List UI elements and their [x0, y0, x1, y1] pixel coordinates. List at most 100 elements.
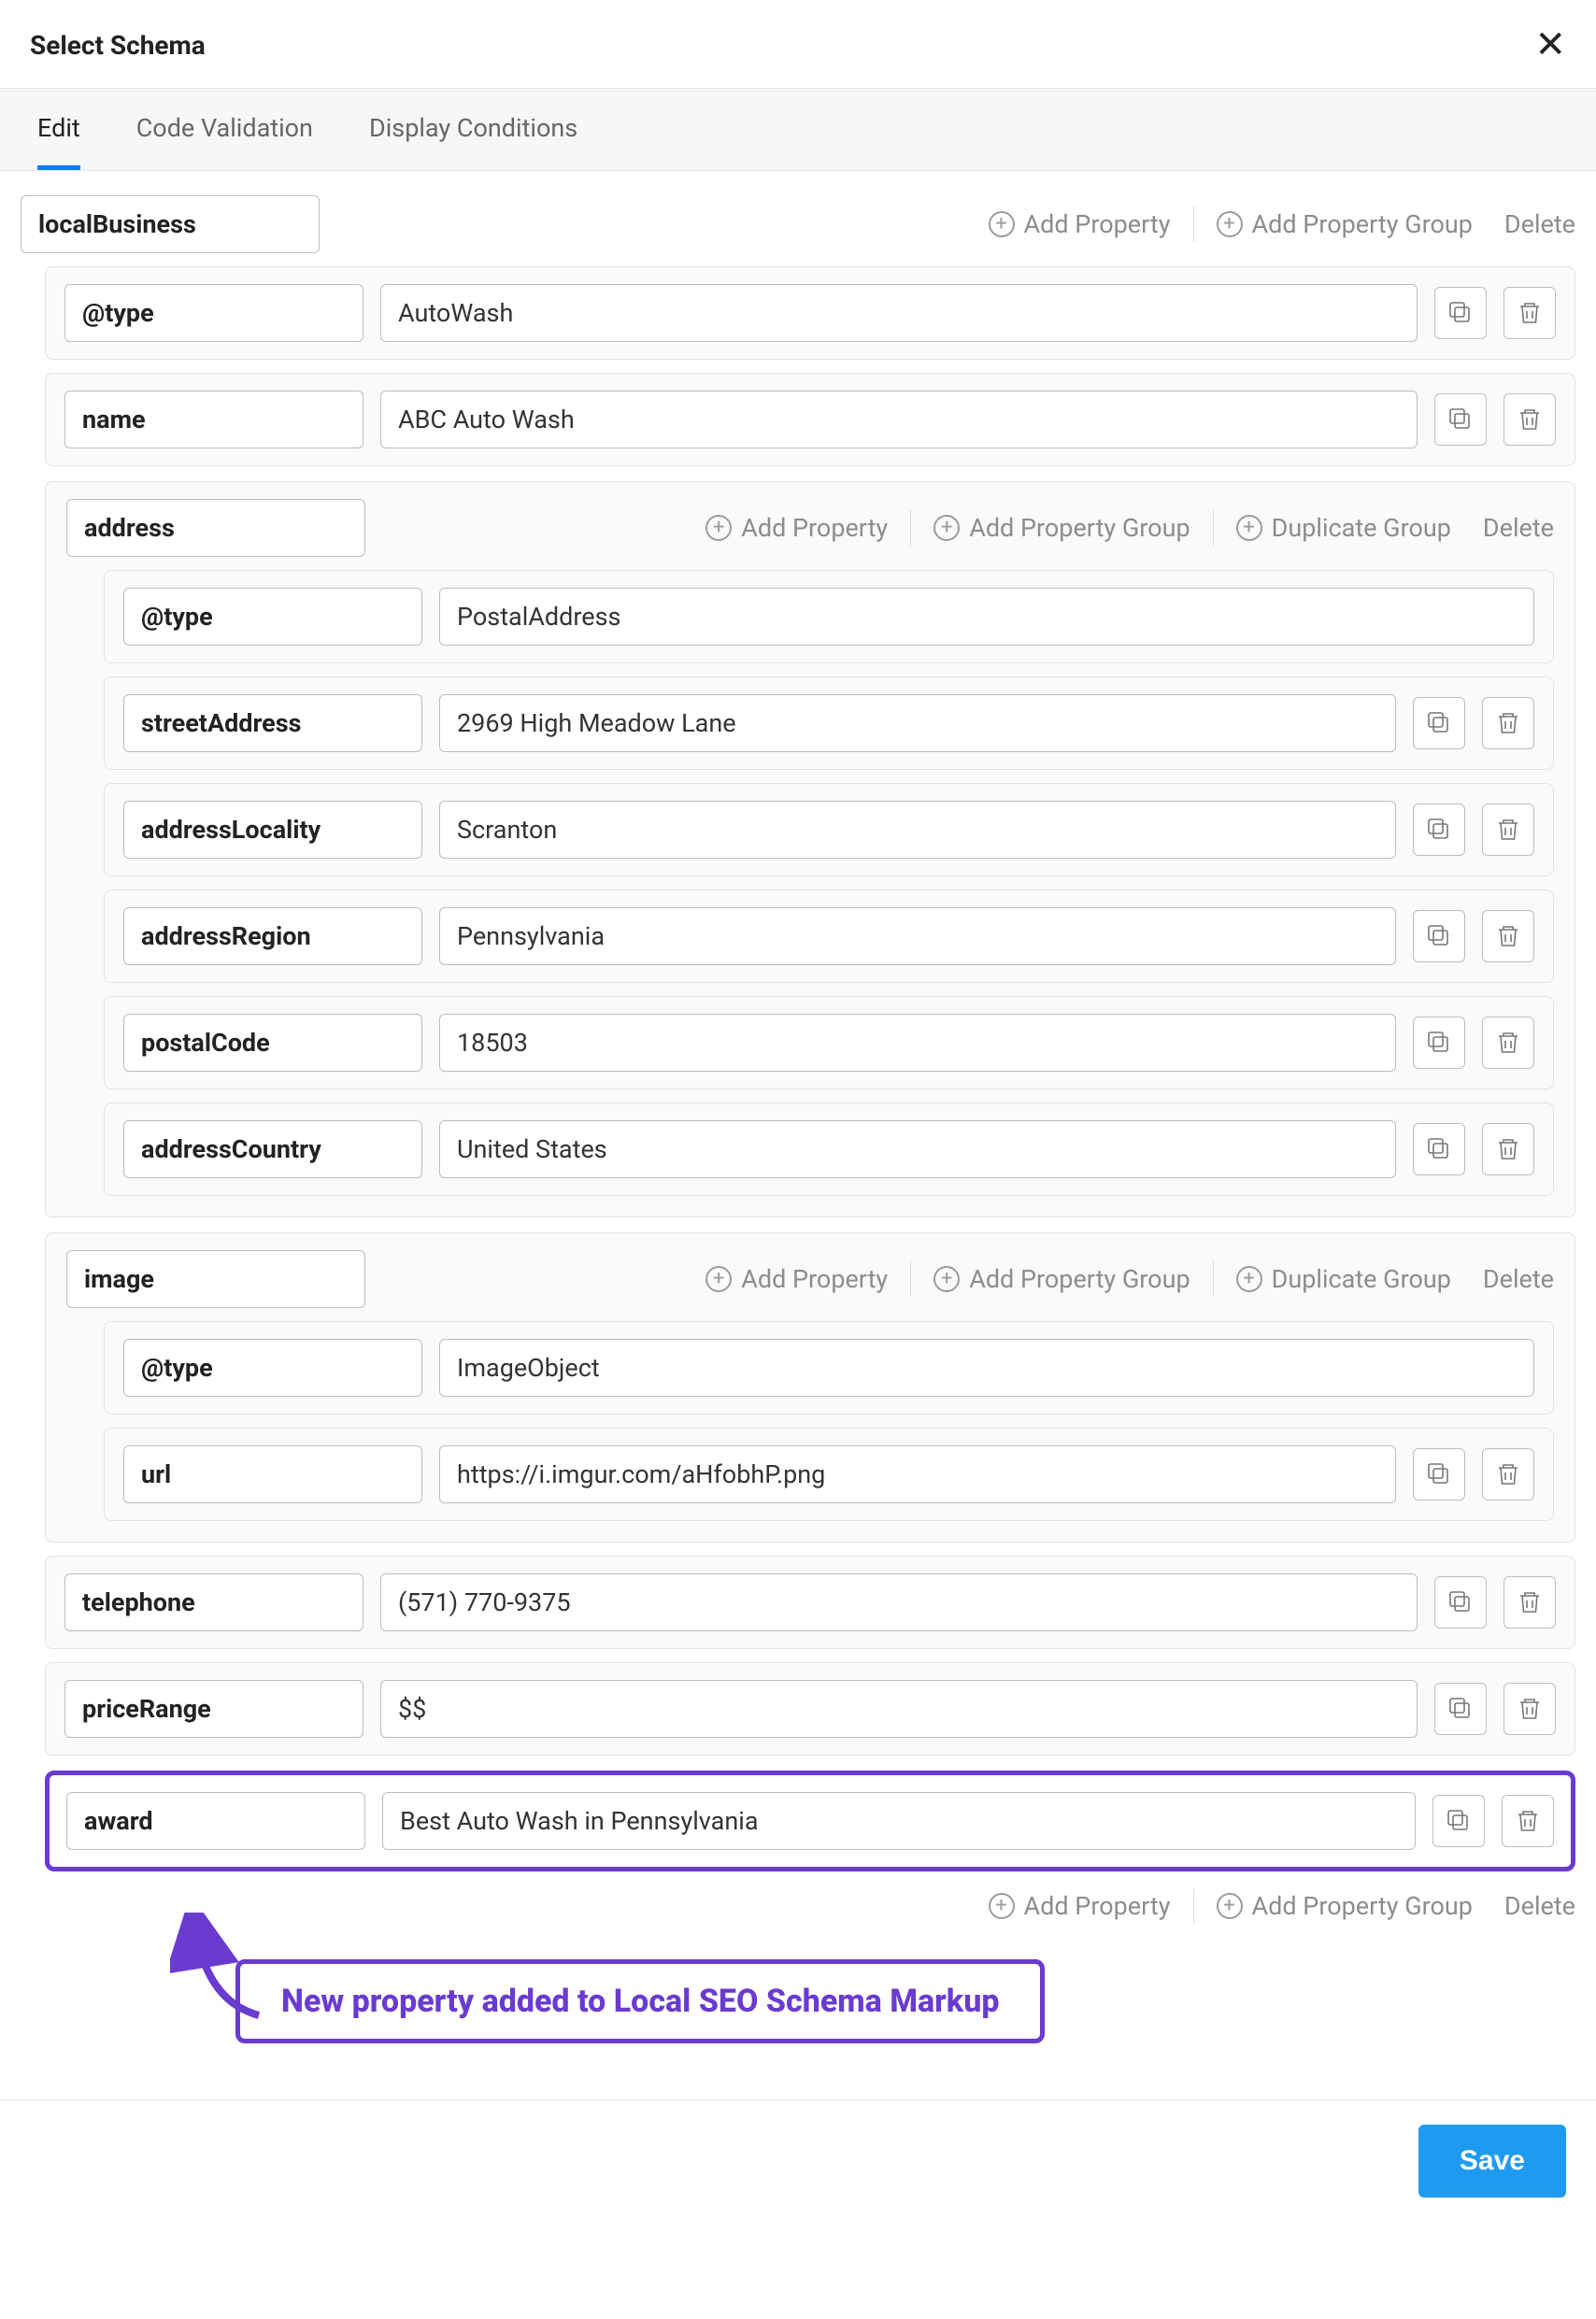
prop-key[interactable]: @type: [123, 588, 422, 646]
duplicate-group-button[interactable]: +Duplicate Group: [1236, 513, 1451, 543]
property-row-priceRange: priceRange: [45, 1662, 1575, 1756]
add-property-group-button[interactable]: +Add Property Group: [1217, 1891, 1473, 1921]
group-address-label[interactable]: address: [66, 499, 365, 557]
copy-button[interactable]: [1434, 1683, 1487, 1735]
close-icon[interactable]: ✕: [1534, 26, 1566, 64]
trash-icon: [1517, 300, 1543, 326]
copy-button[interactable]: [1434, 287, 1487, 339]
copy-icon: [1446, 1808, 1472, 1834]
delete-button[interactable]: Delete: [1495, 209, 1575, 239]
delete-row-button[interactable]: [1482, 804, 1534, 856]
plus-icon: +: [933, 515, 960, 541]
prop-key[interactable]: streetAddress: [123, 694, 422, 752]
plus-icon: +: [705, 515, 732, 541]
delete-button[interactable]: Delete: [1474, 513, 1554, 543]
prop-key[interactable]: @type: [64, 284, 363, 342]
copy-button[interactable]: [1413, 697, 1465, 749]
prop-value-input[interactable]: [439, 1339, 1534, 1397]
root-schema-chip[interactable]: localBusiness: [21, 195, 320, 253]
delete-row-button[interactable]: [1482, 1123, 1534, 1175]
prop-key[interactable]: addressCountry: [123, 1120, 422, 1178]
trash-icon: [1495, 1461, 1521, 1487]
copy-button[interactable]: [1413, 804, 1465, 856]
trash-icon: [1495, 1030, 1521, 1056]
delete-row-button[interactable]: [1482, 1448, 1534, 1501]
prop-key[interactable]: award: [66, 1792, 365, 1850]
save-button[interactable]: Save: [1418, 2125, 1566, 2198]
plus-icon: +: [1217, 211, 1243, 237]
prop-value-input[interactable]: [439, 588, 1534, 646]
callout-arrow-icon: [170, 1913, 282, 2025]
add-property-button[interactable]: + Add Property: [989, 209, 1171, 239]
prop-key[interactable]: url: [123, 1445, 422, 1503]
add-property-group-button[interactable]: +Add Property Group: [933, 1264, 1190, 1294]
group-image: image +Add Property +Add Property Group …: [45, 1232, 1575, 1543]
group-address: address +Add Property +Add Property Grou…: [45, 481, 1575, 1217]
prop-key[interactable]: addressLocality: [123, 801, 422, 859]
copy-button[interactable]: [1413, 1017, 1465, 1069]
copy-button[interactable]: [1413, 1123, 1465, 1175]
tab-code-validation[interactable]: Code Validation: [136, 89, 313, 170]
property-row-type: @type: [45, 266, 1575, 360]
tab-display-conditions[interactable]: Display Conditions: [369, 89, 577, 170]
prop-key[interactable]: @type: [123, 1339, 422, 1397]
delete-row-button[interactable]: [1503, 287, 1556, 339]
add-property-button[interactable]: +Add Property: [705, 1264, 888, 1294]
trash-icon: [1517, 1696, 1543, 1722]
delete-row-button[interactable]: [1503, 393, 1556, 446]
add-property-group-button[interactable]: + Add Property Group: [1217, 209, 1473, 239]
prop-value-input[interactable]: [439, 801, 1396, 859]
add-property-button[interactable]: +Add Property: [705, 513, 888, 543]
copy-button[interactable]: [1432, 1795, 1485, 1847]
property-row-image-url: url: [104, 1428, 1554, 1521]
prop-value-input[interactable]: [380, 1573, 1418, 1631]
copy-button[interactable]: [1413, 910, 1465, 962]
copy-button[interactable]: [1413, 1448, 1465, 1501]
delete-row-button[interactable]: [1482, 697, 1534, 749]
delete-row-button[interactable]: [1482, 910, 1534, 962]
prop-value-input[interactable]: [439, 1014, 1396, 1072]
duplicate-group-button[interactable]: +Duplicate Group: [1236, 1264, 1451, 1294]
delete-button[interactable]: Delete: [1474, 1264, 1554, 1294]
prop-key[interactable]: name: [64, 391, 363, 448]
trash-icon: [1515, 1808, 1541, 1834]
delete-button[interactable]: Delete: [1495, 1891, 1575, 1921]
plus-icon: +: [705, 1266, 732, 1292]
prop-value-input[interactable]: [380, 391, 1418, 448]
add-property-group-label: Add Property Group: [1252, 209, 1473, 239]
copy-icon: [1447, 406, 1474, 433]
copy-icon: [1426, 817, 1452, 843]
add-property-group-button[interactable]: +Add Property Group: [933, 513, 1190, 543]
modal-title: Select Schema: [30, 30, 206, 61]
prop-key[interactable]: priceRange: [64, 1680, 363, 1738]
delete-row-button[interactable]: [1482, 1017, 1534, 1069]
copy-button[interactable]: [1434, 393, 1487, 446]
prop-value-input[interactable]: [380, 1680, 1418, 1738]
callout-text: New property added to Local SEO Schema M…: [235, 1959, 1045, 2043]
trash-icon: [1495, 710, 1521, 736]
copy-button[interactable]: [1434, 1576, 1487, 1629]
delete-row-button[interactable]: [1503, 1576, 1556, 1629]
add-property-button[interactable]: +Add Property: [989, 1891, 1171, 1921]
property-row-addressCountry: addressCountry: [104, 1103, 1554, 1196]
prop-value-input[interactable]: [439, 907, 1396, 965]
prop-value-input[interactable]: [439, 694, 1396, 752]
delete-row-button[interactable]: [1503, 1683, 1556, 1735]
property-row-addressRegion: addressRegion: [104, 889, 1554, 983]
prop-value-input[interactable]: [382, 1792, 1416, 1850]
prop-key[interactable]: telephone: [64, 1573, 363, 1631]
prop-value-input[interactable]: [380, 284, 1418, 342]
delete-row-button[interactable]: [1502, 1795, 1554, 1847]
tab-edit[interactable]: Edit: [37, 89, 80, 170]
prop-value-input[interactable]: [439, 1120, 1396, 1178]
trash-icon: [1495, 923, 1521, 949]
prop-key[interactable]: postalCode: [123, 1014, 422, 1072]
prop-value-input[interactable]: [439, 1445, 1396, 1503]
prop-key[interactable]: addressRegion: [123, 907, 422, 965]
callout: New property added to Local SEO Schema M…: [21, 1959, 1575, 2043]
copy-icon: [1447, 1589, 1474, 1615]
plus-icon: +: [1217, 1893, 1243, 1919]
property-row-streetAddress: streetAddress: [104, 676, 1554, 770]
group-image-label[interactable]: image: [66, 1250, 365, 1308]
property-row-telephone: telephone: [45, 1556, 1575, 1649]
